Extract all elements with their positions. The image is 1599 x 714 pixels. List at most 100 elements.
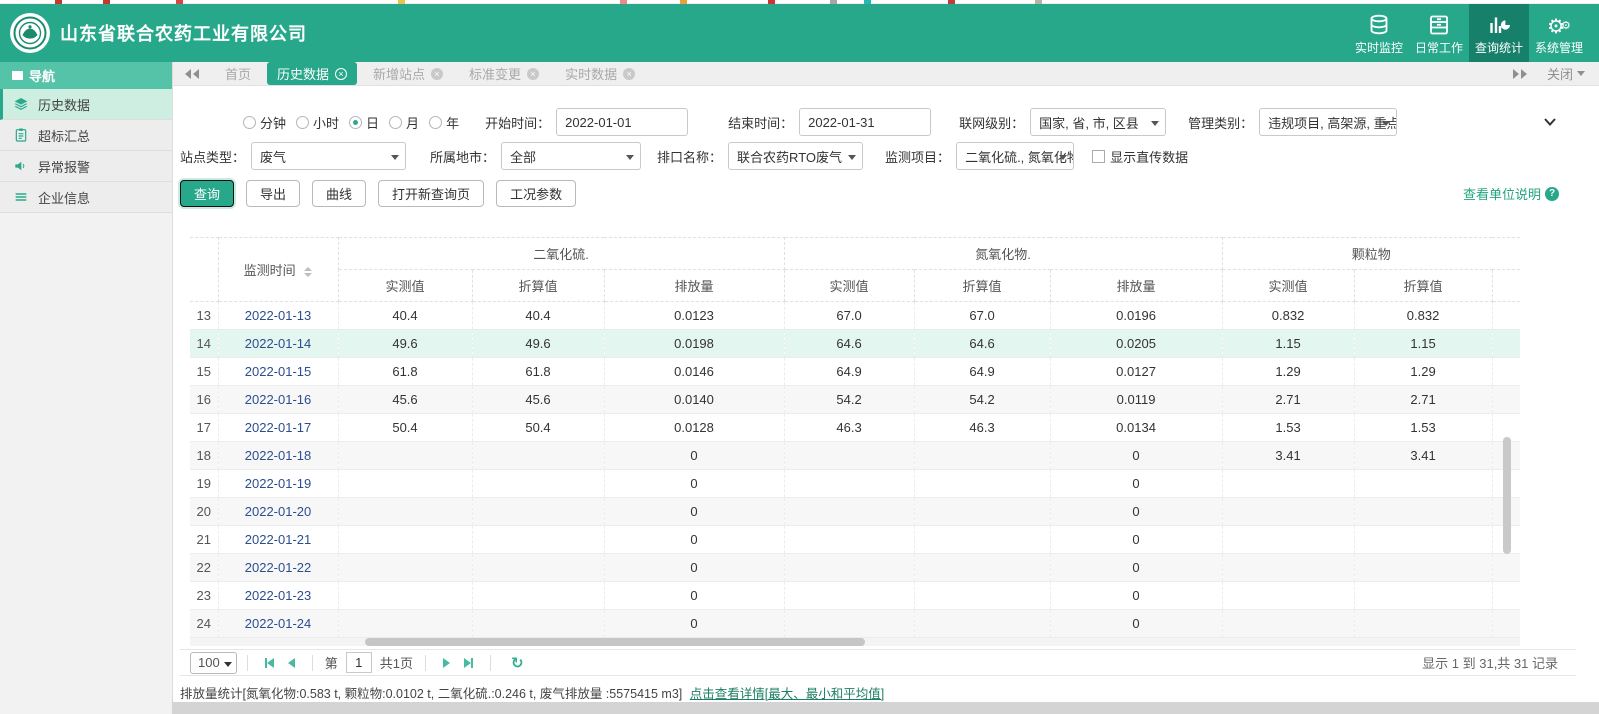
condition-params-button[interactable]: 工况参数 xyxy=(496,180,577,207)
next-page-button[interactable] xyxy=(442,657,450,668)
tabs-scroll-left-icon[interactable] xyxy=(185,68,201,79)
time-column-header[interactable]: 监测时间 xyxy=(218,237,339,302)
export-button[interactable]: 导出 xyxy=(246,180,301,207)
table-row[interactable]: 15 2022-01-15 61.8 61.8 0.0146 64.9 64.9 0.0127… xyxy=(190,357,1520,386)
outlet-name-select[interactable]: 联合农药RTO废气 xyxy=(728,142,864,170)
date-cell[interactable]: 2022-01-22 xyxy=(218,553,339,582)
date-cell[interactable]: 2022-01-20 xyxy=(218,497,339,526)
collapse-filters-icon[interactable] xyxy=(1543,115,1557,130)
value-cell xyxy=(914,497,1051,526)
value-cell: 0 xyxy=(604,497,785,526)
value-cell: 0.832 xyxy=(1354,301,1493,330)
city-select[interactable]: 全部 xyxy=(501,142,642,170)
company-name: 山东省联合农药工业有限公司 xyxy=(60,24,307,44)
page-number-input[interactable] xyxy=(345,652,372,673)
direct-data-checkbox[interactable]: 显示直传数据 xyxy=(1092,147,1188,166)
value-cell: 61.8 xyxy=(338,357,473,386)
table-vertical-scrollbar-thumb[interactable] xyxy=(1503,437,1511,554)
tab-new-station[interactable]: 新增站点 × xyxy=(363,62,453,85)
date-cell[interactable]: 2022-01-23 xyxy=(218,581,339,610)
tab-standard-change[interactable]: 标准变更 × xyxy=(459,62,549,85)
table-row[interactable]: 18 2022-01-18 0 0 3.41 3.41 xyxy=(190,441,1520,470)
date-cell[interactable]: 2022-01-17 xyxy=(218,413,339,442)
refresh-icon[interactable]: ↻ xyxy=(511,654,524,672)
subheader-partial xyxy=(1492,269,1520,302)
start-time-input[interactable] xyxy=(556,108,689,136)
table-row[interactable]: 21 2022-01-21 0 0 xyxy=(190,525,1520,554)
close-tab-icon[interactable]: × xyxy=(335,67,348,80)
radio-day[interactable]: 日 xyxy=(349,113,379,132)
curve-button[interactable]: 曲线 xyxy=(312,180,367,207)
close-tabs-dropdown[interactable]: 关闭 xyxy=(1547,64,1585,83)
monitor-item-select[interactable]: 二氧化硫., 氮氧化物., 颗粒 xyxy=(956,142,1075,170)
table-row[interactable]: 24 2022-01-24 0 0 xyxy=(190,609,1520,638)
date-cell[interactable]: 2022-01-19 xyxy=(218,469,339,498)
row-index-cell: 19 xyxy=(190,469,219,498)
checkbox-icon xyxy=(1092,149,1106,163)
tabs-scroll-right-icon[interactable] xyxy=(1511,68,1527,79)
row-index-cell: 16 xyxy=(190,385,219,414)
value-cell xyxy=(1354,525,1493,554)
unit-description-link[interactable]: 查看单位说明? xyxy=(1463,184,1559,203)
horizontal-scrollbar-thumb[interactable] xyxy=(365,638,865,646)
sort-icon[interactable] xyxy=(304,266,313,277)
nav-system-management[interactable]: ⚙ ⚙ 系统管理 xyxy=(1529,4,1589,62)
network-level-select[interactable]: 国家, 省, 市, 区县 xyxy=(1030,108,1167,136)
date-cell[interactable]: 2022-01-14 xyxy=(218,329,339,358)
date-cell[interactable]: 2022-01-18 xyxy=(218,441,339,470)
table-row[interactable]: 16 2022-01-16 45.6 45.6 0.0140 54.2 54.2 0.0119… xyxy=(190,385,1520,414)
close-tab-icon[interactable]: × xyxy=(527,67,540,80)
horizontal-scrollbar[interactable] xyxy=(190,638,1520,646)
open-new-query-button[interactable]: 打开新查询页 xyxy=(378,180,485,207)
view-detail-link[interactable]: 点击查看详情[最大、最小和平均值] xyxy=(690,687,884,701)
close-tab-icon[interactable]: × xyxy=(431,67,444,80)
monitor-item-label: 监测项目： xyxy=(885,149,951,165)
table-row[interactable]: 19 2022-01-19 0 0 xyxy=(190,469,1520,498)
tab-home[interactable]: 首页 xyxy=(215,62,261,85)
date-cell[interactable]: 2022-01-24 xyxy=(218,609,339,638)
prev-page-button[interactable] xyxy=(287,657,295,668)
sidebar-item-history-data[interactable]: 历史数据 xyxy=(0,89,172,120)
radio-icon xyxy=(243,115,256,129)
close-tab-icon[interactable]: × xyxy=(623,67,636,80)
value-cell xyxy=(1222,525,1355,554)
date-cell[interactable]: 2022-01-21 xyxy=(218,525,339,554)
station-type-select[interactable]: 废气 xyxy=(251,142,407,170)
sidebar-item-exceed-summary[interactable]: 超标汇总 xyxy=(0,120,172,151)
query-button[interactable]: 查询 xyxy=(180,180,235,207)
nav-realtime-monitor[interactable]: 实时监控 xyxy=(1349,4,1409,62)
table-row[interactable]: 13 2022-01-13 40.4 40.4 0.0123 67.0 67.0 0.0196… xyxy=(190,301,1520,330)
radio-minute[interactable]: 分钟 xyxy=(243,113,286,132)
table-row[interactable]: 17 2022-01-17 50.4 50.4 0.0128 46.3 46.3 0.0134… xyxy=(190,413,1520,442)
date-cell[interactable]: 2022-01-13 xyxy=(218,301,339,330)
value-cell: 1.29 xyxy=(1222,357,1355,386)
value-cell: 0.0134 xyxy=(1050,413,1223,442)
first-page-button[interactable] xyxy=(264,657,274,668)
value-cell: 0.0127 xyxy=(1050,357,1223,386)
value-cell xyxy=(1354,609,1493,638)
table-row[interactable]: 20 2022-01-20 0 0 xyxy=(190,497,1520,526)
sidebar-item-company-info[interactable]: 企业信息 xyxy=(0,182,172,213)
mgmt-category-select[interactable]: 违规项目, 高架源, 重点排 xyxy=(1259,108,1398,136)
value-cell xyxy=(338,525,473,554)
date-cell[interactable]: 2022-01-16 xyxy=(218,385,339,414)
page-size-select[interactable]: 100 xyxy=(190,651,237,674)
sidebar-item-abnormal-alarm[interactable]: 异常报警 xyxy=(0,151,172,182)
value-cell: 64.9 xyxy=(784,357,915,386)
end-time-input[interactable] xyxy=(799,108,932,136)
content-panel: 分钟 小时 日 月 年 开始时间： 结束时间： 联网级别： 国家, 省, 市, … xyxy=(173,86,1599,702)
date-cell[interactable]: 2022-01-15 xyxy=(218,357,339,386)
nav-daily-work[interactable]: 日常工作 xyxy=(1409,4,1469,62)
radio-month[interactable]: 月 xyxy=(389,113,419,132)
table-row[interactable]: 23 2022-01-23 0 0 xyxy=(190,581,1520,610)
nav-query-statistics[interactable]: 查询统计 xyxy=(1469,4,1529,62)
radio-icon xyxy=(429,115,443,129)
last-page-button[interactable] xyxy=(463,657,473,668)
tab-realtime-data[interactable]: 实时数据 × xyxy=(555,62,645,85)
table-row[interactable]: 22 2022-01-22 0 0 xyxy=(190,553,1520,582)
tab-history-data[interactable]: 历史数据 × xyxy=(267,62,358,85)
radio-hour[interactable]: 小时 xyxy=(296,113,339,132)
table-row[interactable]: 14 2022-01-14 49.6 49.6 0.0198 64.6 64.6 0.0205… xyxy=(190,329,1520,358)
radio-year[interactable]: 年 xyxy=(429,113,459,132)
value-cell: 67.0 xyxy=(914,301,1051,330)
